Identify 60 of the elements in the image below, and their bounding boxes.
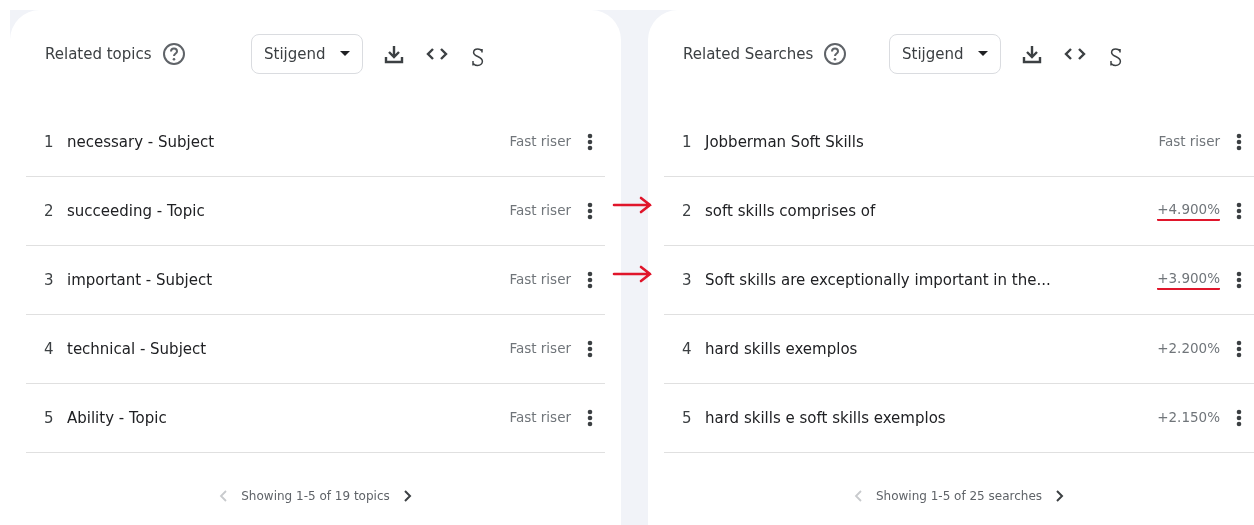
caret-icon [977, 51, 988, 57]
serif-s-icon[interactable] [1107, 47, 1124, 69]
result-label[interactable]: soft skills comprises of [705, 202, 876, 220]
result-label[interactable]: important - Subject [67, 271, 213, 289]
sort-dropdown[interactable]: Stijgend [889, 34, 1001, 74]
result-label[interactable]: Ability - Topic [67, 409, 167, 427]
rise-value: +2.150% [1157, 409, 1220, 427]
panel-title: Related Searches [683, 45, 814, 63]
rank-number: 5 [682, 409, 693, 427]
download-icon[interactable] [1021, 44, 1042, 64]
more-options-icon[interactable] [587, 133, 593, 151]
result-label[interactable]: hard skills exemplos [705, 340, 858, 358]
rank-number: 3 [44, 271, 55, 289]
rise-value: Fast riser [509, 202, 571, 220]
rank-number: 1 [682, 133, 693, 151]
more-options-icon[interactable] [587, 271, 593, 289]
annotation-arrow-icon [612, 196, 654, 214]
rise-value: +3.900% [1157, 270, 1220, 290]
rise-value: Fast riser [509, 133, 571, 151]
help-icon[interactable] [161, 42, 186, 66]
rank-number: 2 [682, 202, 693, 220]
result-label[interactable]: succeeding - Topic [67, 202, 205, 220]
rank-number: 5 [44, 409, 55, 427]
rise-value: +2.200% [1157, 340, 1220, 358]
more-options-icon[interactable] [587, 409, 593, 427]
rank-number: 3 [682, 271, 693, 289]
more-options-icon[interactable] [1236, 271, 1242, 289]
embed-code-icon[interactable] [425, 47, 448, 61]
more-options-icon[interactable] [1236, 409, 1242, 427]
more-options-icon[interactable] [1236, 202, 1242, 220]
serif-s-icon[interactable] [469, 47, 486, 69]
panel-title: Related topics [45, 45, 152, 63]
download-icon[interactable] [383, 44, 404, 64]
rank-number: 2 [44, 202, 55, 220]
rise-value: Fast riser [509, 340, 571, 358]
rank-number: 4 [44, 340, 55, 358]
result-label[interactable]: necessary - Subject [67, 133, 215, 151]
rise-value: Fast riser [509, 271, 571, 289]
rank-number: 1 [44, 133, 55, 151]
caret-icon [339, 51, 350, 57]
pagination-text: Showing 1-5 of 19 topics [241, 489, 390, 503]
help-icon[interactable] [823, 42, 848, 66]
result-label[interactable]: technical - Subject [67, 340, 207, 358]
annotation-arrow-icon [612, 265, 654, 283]
more-options-icon[interactable] [1236, 340, 1242, 358]
next-page-icon[interactable] [1056, 490, 1065, 502]
more-options-icon[interactable] [1236, 133, 1242, 151]
rank-number: 4 [682, 340, 693, 358]
rise-value: Fast riser [1158, 133, 1220, 151]
pagination-text: Showing 1-5 of 25 searches [875, 489, 1043, 503]
next-page-icon[interactable] [403, 490, 412, 502]
rise-value: +4.900% [1157, 201, 1220, 221]
sort-dropdown[interactable]: Stijgend [251, 34, 363, 74]
result-label[interactable]: Jobberman Soft Skills [705, 133, 864, 151]
embed-code-icon[interactable] [1063, 47, 1086, 61]
result-label[interactable]: hard skills e soft skills exemplos [705, 409, 946, 427]
more-options-icon[interactable] [587, 202, 593, 220]
rise-value: Fast riser [509, 409, 571, 427]
result-label[interactable]: Soft skills are exceptionally important in the... [705, 271, 1051, 289]
more-options-icon[interactable] [587, 340, 593, 358]
